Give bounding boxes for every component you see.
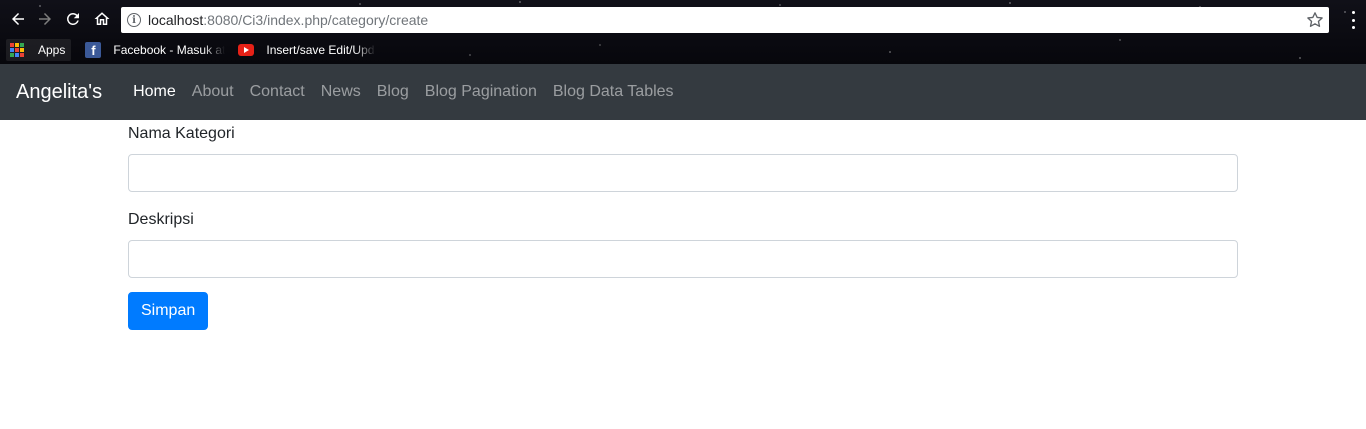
nama-kategori-input[interactable] xyxy=(128,154,1238,192)
category-create-form: Nama Kategori Deskripsi Simpan xyxy=(0,120,1366,429)
nav-link-blog-pagination[interactable]: Blog Pagination xyxy=(417,83,545,101)
nav-link-contact[interactable]: Contact xyxy=(242,83,313,101)
facebook-icon: f xyxy=(85,42,102,58)
arrow-right-icon xyxy=(39,13,51,25)
bookmark-facebook[interactable]: f Facebook - Masuk at xyxy=(85,39,225,61)
deskripsi-input[interactable] xyxy=(128,240,1238,278)
navbar-brand[interactable]: Angelita's xyxy=(16,81,102,104)
apps-grid-icon xyxy=(10,43,24,57)
forward-button[interactable] xyxy=(35,9,55,29)
bookmark-star-icon[interactable] xyxy=(1305,10,1325,30)
bookmark-youtube[interactable]: Insert/save Edit/Upd xyxy=(238,39,376,61)
back-button[interactable] xyxy=(8,9,28,29)
simpan-button[interactable]: Simpan xyxy=(128,292,209,330)
bookmark-label: Insert/save Edit/Upd xyxy=(266,43,375,57)
arrow-left-icon xyxy=(12,13,24,25)
bookmark-label: Facebook - Masuk at xyxy=(113,43,226,57)
nav-link-blog-data-tables[interactable]: Blog Data Tables xyxy=(545,83,682,101)
home-button[interactable] xyxy=(92,9,112,29)
bookmark-label: Apps xyxy=(38,43,66,57)
url-host: localhost xyxy=(148,12,204,28)
info-icon[interactable]: i xyxy=(127,13,141,27)
nama-kategori-group: Nama Kategori xyxy=(128,122,1238,192)
bookmarks-bar: Apps f Facebook - Masuk at Insert/save E… xyxy=(0,38,1366,62)
nav-link-home[interactable]: Home xyxy=(125,83,184,101)
browser-toolbar: i localhost:8080/Ci3/index.php/category/… xyxy=(0,0,1366,38)
home-icon xyxy=(94,12,110,25)
nav-link-news[interactable]: News xyxy=(313,83,369,101)
nav-link-blog[interactable]: Blog xyxy=(369,83,417,101)
browser-chrome: i localhost:8080/Ci3/index.php/category/… xyxy=(0,0,1366,64)
deskripsi-label: Deskripsi xyxy=(128,211,194,228)
youtube-icon xyxy=(238,44,255,56)
reload-icon xyxy=(66,12,79,25)
nama-kategori-label: Nama Kategori xyxy=(128,125,235,142)
address-bar[interactable]: i localhost:8080/Ci3/index.php/category/… xyxy=(121,7,1329,33)
deskripsi-group: Deskripsi xyxy=(128,208,1238,278)
browser-menu-icon[interactable] xyxy=(1352,11,1356,29)
reload-button[interactable] xyxy=(63,9,83,29)
site-navbar: Angelita's Home About Contact News Blog … xyxy=(0,64,1366,120)
nav-link-about[interactable]: About xyxy=(184,83,242,101)
url-path: :8080/Ci3/index.php/category/create xyxy=(203,12,429,28)
address-url: localhost:8080/Ci3/index.php/category/cr… xyxy=(148,12,428,28)
bookmark-apps[interactable]: Apps xyxy=(6,39,72,61)
